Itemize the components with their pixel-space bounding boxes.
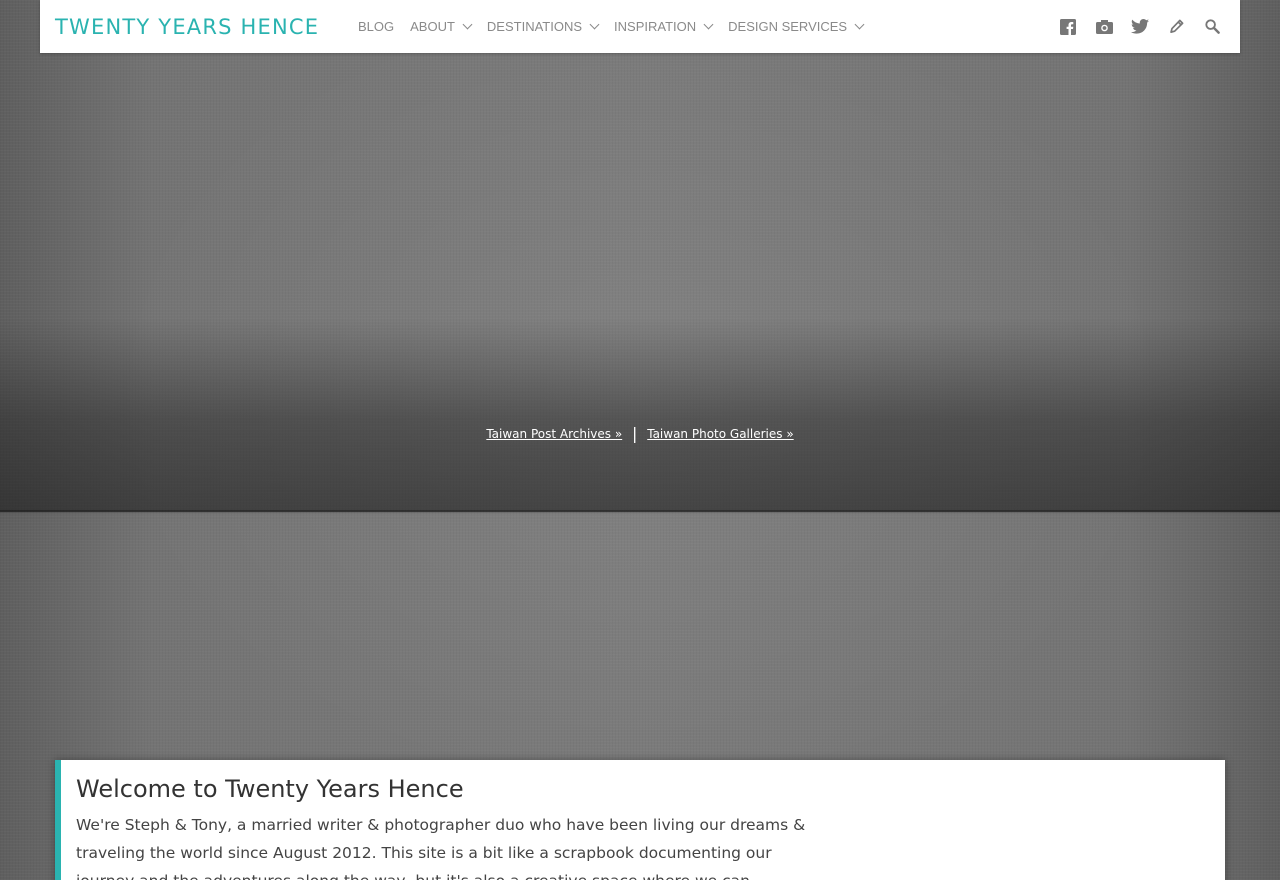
welcome-card: Welcome to Twenty Years Hence We're Step…	[55, 760, 1225, 880]
chevron-down-icon	[462, 19, 473, 30]
nav-item-label: DESTINATIONS	[486, 19, 583, 34]
instagram-camera-icon[interactable]	[1086, 9, 1122, 45]
nav-item-destinations[interactable]: DESTINATIONS	[486, 19, 600, 34]
chevron-down-icon	[703, 19, 714, 30]
facebook-icon[interactable]	[1050, 9, 1086, 45]
chevron-down-icon	[854, 19, 865, 30]
nav-item-label: ABOUT	[410, 19, 455, 34]
top-navigation-bar: TWENTY YEARS HENCE BLOG ABOUT DESTINATIO…	[40, 0, 1240, 53]
twitter-icon[interactable]	[1122, 9, 1158, 45]
taiwan-photo-galleries-link[interactable]: Taiwan Photo Galleries »	[647, 427, 793, 441]
pencil-icon[interactable]	[1158, 9, 1194, 45]
nav-item-label: INSPIRATION	[614, 19, 697, 34]
nav-item-design-services[interactable]: DESIGN SERVICES	[728, 19, 865, 34]
nav-item-about[interactable]: ABOUT	[410, 19, 473, 34]
link-separator: |	[632, 424, 638, 443]
search-icon[interactable]	[1194, 9, 1230, 45]
nav-item-label: DESIGN SERVICES	[728, 19, 848, 34]
welcome-text: We're Steph & Tony, a married writer & p…	[76, 816, 806, 880]
chevron-down-icon	[589, 19, 600, 30]
social-icons	[1050, 0, 1230, 53]
welcome-title: Welcome to Twenty Years Hence	[76, 775, 464, 803]
nav-item-inspiration[interactable]: INSPIRATION	[614, 19, 714, 34]
nav-item-blog[interactable]: BLOG	[358, 19, 394, 34]
taiwan-post-archives-link[interactable]: Taiwan Post Archives »	[486, 427, 622, 441]
hero-links: Taiwan Post Archives » | Taiwan Photo Ga…	[0, 424, 1280, 443]
hero-divider	[0, 510, 1280, 514]
nav-item-label: BLOG	[358, 19, 395, 34]
site-logo[interactable]: TWENTY YEARS HENCE	[55, 15, 343, 39]
main-menu: BLOG ABOUT DESTINATIONS INSPIRATION DESI…	[358, 19, 879, 34]
